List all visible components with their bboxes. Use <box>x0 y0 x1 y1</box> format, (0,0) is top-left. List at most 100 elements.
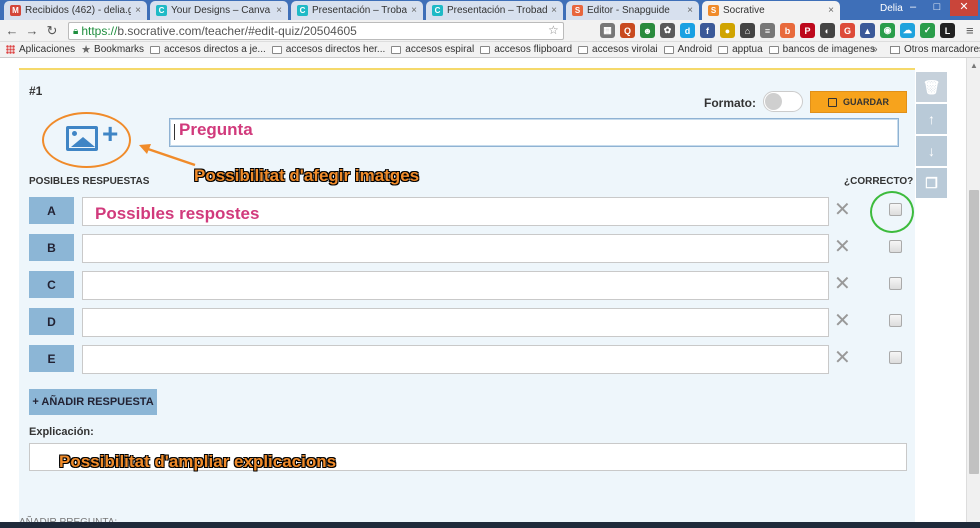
canva-icon: C <box>297 5 308 16</box>
bookmark-bookmarks[interactable]: ★ Bookmarks <box>81 43 144 56</box>
extension-icon[interactable]: f <box>700 23 715 38</box>
tab-presentacion-2[interactable]: C Presentación – Trobada e... × <box>426 1 563 20</box>
bookmark-folder[interactable]: accesos espiral <box>391 44 474 55</box>
save-button[interactable]: GUARDAR <box>810 91 907 113</box>
correct-checkbox[interactable] <box>889 240 902 253</box>
close-tab-icon[interactable]: × <box>551 5 557 16</box>
extension-icon[interactable]: ▦ <box>600 23 615 38</box>
close-tab-icon[interactable]: × <box>687 5 693 16</box>
scroll-up-icon[interactable]: ▲ <box>970 61 978 70</box>
extension-icon[interactable]: Q <box>620 23 635 38</box>
format-label: Formato: <box>704 96 756 110</box>
bookmark-folder[interactable]: accesos virolai <box>578 44 658 55</box>
close-tab-icon[interactable]: × <box>135 5 141 16</box>
annotation-question: Pregunta <box>179 120 253 139</box>
tab-canva[interactable]: C Your Designs – Canva × <box>150 1 288 20</box>
close-window-icon[interactable]: ✕ <box>950 0 978 16</box>
folder-icon <box>663 45 674 54</box>
bookmark-apps[interactable]: Aplicaciones <box>6 44 75 55</box>
profile-name[interactable]: Delia <box>880 3 903 14</box>
answers-header: POSIBLES RESPUESTAS <box>29 176 150 187</box>
extension-icon[interactable]: ◐ <box>820 23 835 38</box>
tab-strip: M Recibidos (462) - delia.ga... × C Your… <box>0 0 980 20</box>
close-tab-icon[interactable]: × <box>411 5 417 16</box>
answer-row: E ✕ <box>29 345 902 375</box>
close-tab-icon[interactable]: × <box>828 5 834 16</box>
bookmarks-bar: Aplicaciones ★ Bookmarks accesos directos… <box>0 42 980 58</box>
question-input[interactable] <box>169 118 899 147</box>
correct-checkbox[interactable] <box>889 277 902 290</box>
extension-icon[interactable]: b <box>780 23 795 38</box>
bookmark-folder[interactable]: apptua <box>718 44 763 55</box>
extension-icon[interactable]: ☻ <box>640 23 655 38</box>
answer-letter: C <box>29 271 74 298</box>
page-content: #1 Formato: GUARDAR + Pregunta Possibili… <box>0 58 966 528</box>
folder-icon <box>768 45 779 54</box>
delete-answer-icon[interactable]: ✕ <box>834 273 851 295</box>
delete-answer-icon[interactable]: ✕ <box>834 236 851 258</box>
move-up-icon[interactable]: ↑ <box>916 104 947 134</box>
extension-icon[interactable]: ✓ <box>920 23 935 38</box>
trash-icon[interactable]: 🗑︎ <box>916 72 947 102</box>
extension-icon[interactable]: ≡ <box>760 23 775 38</box>
maximize-icon[interactable]: □ <box>926 0 948 16</box>
reload-icon[interactable]: ↻ <box>44 23 60 39</box>
vertical-scrollbar[interactable]: ▲ <box>966 58 980 528</box>
answer-row: C ✕ <box>29 271 902 301</box>
delete-answer-icon[interactable]: ✕ <box>834 310 851 332</box>
move-down-icon[interactable]: ↓ <box>916 136 947 166</box>
annotation-images: Possibilitat d'afegir imatges <box>194 166 420 185</box>
extension-icon[interactable]: ● <box>720 23 735 38</box>
extension-icon[interactable]: L <box>940 23 955 38</box>
tab-snapguide[interactable]: S Editor - Snapguide × <box>566 1 699 20</box>
bookmark-star-icon[interactable]: ☆ <box>548 23 559 37</box>
answer-row: B ✕ <box>29 234 902 264</box>
folder-icon <box>480 45 491 54</box>
bookmark-folder[interactable]: Android <box>663 44 712 55</box>
extension-icon[interactable]: ☁ <box>900 23 915 38</box>
extension-icon[interactable]: G <box>840 23 855 38</box>
lock-icon: 🔒︎ <box>73 25 79 37</box>
folder-icon <box>718 45 729 54</box>
answer-input[interactable] <box>82 271 829 300</box>
correct-checkbox[interactable] <box>889 314 902 327</box>
tab-gmail[interactable]: M Recibidos (462) - delia.ga... × <box>4 1 147 20</box>
address-bar[interactable]: 🔒︎ https://b.socrative.com/teacher/#edit… <box>68 22 564 40</box>
menu-icon[interactable]: ≡ <box>966 23 974 38</box>
bookmarks-overflow-button[interactable]: » <box>872 44 878 55</box>
tab-presentacion-1[interactable]: C Presentación – Trobada e... × <box>291 1 423 20</box>
extension-icon[interactable]: ⌂ <box>740 23 755 38</box>
tab-socrative[interactable]: S Socrative × <box>702 1 840 20</box>
extension-icon[interactable]: ▲ <box>860 23 875 38</box>
gmail-icon: M <box>10 5 21 16</box>
answer-input[interactable] <box>82 234 829 263</box>
other-bookmarks[interactable]: Otros marcadores <box>890 44 980 55</box>
answer-input[interactable] <box>82 345 829 374</box>
bookmark-folder[interactable]: accesos directos her... <box>271 44 385 55</box>
pinterest-icon[interactable]: P <box>800 23 815 38</box>
minimize-icon[interactable]: – <box>902 0 924 16</box>
extension-icon[interactable]: ◉ <box>880 23 895 38</box>
close-tab-icon[interactable]: × <box>276 5 282 16</box>
back-icon[interactable]: ← <box>4 23 20 39</box>
forward-icon[interactable]: → <box>24 23 40 39</box>
add-answer-button[interactable]: + AÑADIR RESPUESTA <box>29 389 157 415</box>
bookmark-folder[interactable]: accesos flipboard <box>480 44 572 55</box>
os-taskbar <box>0 522 980 528</box>
delete-answer-icon[interactable]: ✕ <box>834 199 851 221</box>
correct-checkbox[interactable] <box>889 351 902 364</box>
correct-header: ¿CORRECTO? <box>844 176 914 187</box>
extension-icon[interactable]: d <box>680 23 695 38</box>
bookmark-folder[interactable]: bancos de imagenes <box>768 44 875 55</box>
answer-input[interactable] <box>82 308 829 337</box>
delete-answer-icon[interactable]: ✕ <box>834 347 851 369</box>
duplicate-icon[interactable]: ❐ <box>916 168 947 198</box>
text-cursor <box>174 124 175 140</box>
bookmark-folder[interactable]: accesos directos a je... <box>150 44 266 55</box>
add-image-button[interactable]: + <box>42 112 131 168</box>
annotation-explanation: Possibilitat d'ampliar explicacions <box>59 452 337 471</box>
format-toggle[interactable] <box>763 91 803 112</box>
folder-icon <box>890 45 900 54</box>
scrollbar-thumb[interactable] <box>969 190 979 474</box>
extension-icon[interactable]: ✿ <box>660 23 675 38</box>
